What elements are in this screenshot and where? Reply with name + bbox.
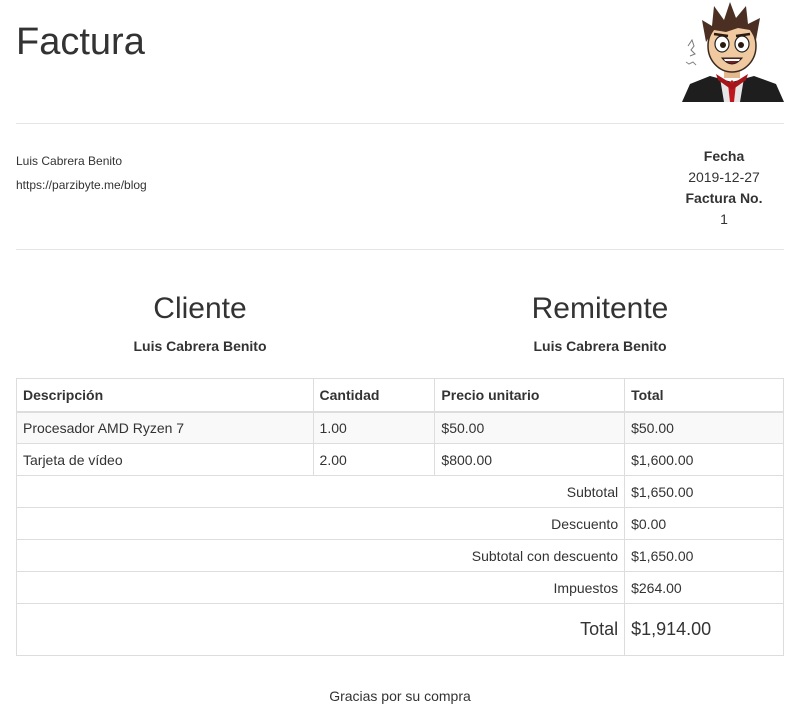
divider [16,123,784,124]
items-table: Descripción Cantidad Precio unitario Tot… [15,378,784,656]
client-heading: Cliente [153,292,247,325]
company-info: Luis Cabrera Benito https://parzibyte.me… [16,154,147,202]
summary-value: $0.00 [624,507,784,540]
header-total: Total [624,378,784,413]
grand-total-value: $1,914.00 [624,603,784,656]
invoice-page: Factura Luis Cabrera Benito https://parz… [15,0,784,705]
company-website: https://parzibyte.me/blog [16,178,147,192]
client-name: Luis Cabrera Benito [133,338,267,354]
table-row: Tarjeta de vídeo 2.00 $800.00 $1,600.00 [16,443,784,476]
summary-row-discount: Descuento $0.00 [15,507,784,540]
item-total: $1,600.00 [624,443,784,476]
summary-label: Subtotal [15,475,626,508]
invoice-number-value: 1 [720,211,728,227]
summary-value: $1,650.00 [624,475,784,508]
item-unit-price: $50.00 [434,411,626,444]
item-quantity: 2.00 [312,443,436,476]
header-quantity: Cantidad [312,378,436,413]
summary-label: Descuento [15,507,626,540]
date-value: 2019-12-27 [688,169,760,185]
date-label: Fecha [703,148,745,164]
header-description: Descripción [16,378,314,413]
grand-total-row: Total $1,914.00 [15,603,784,656]
avatar-logo [680,2,784,102]
table-row: Procesador AMD Ryzen 7 1.00 $50.00 $50.0… [16,411,784,444]
header-unit-price: Precio unitario [434,378,626,413]
summary-value: $264.00 [624,571,784,604]
item-total: $50.00 [624,411,784,444]
grand-total-label: Total [15,603,626,656]
summary-row-taxes: Impuestos $264.00 [15,571,784,604]
invoice-number-label: Factura No. [685,190,763,206]
summary-row-subtotal-discount: Subtotal con descuento $1,650.00 [15,539,784,572]
summary-row-subtotal: Subtotal $1,650.00 [15,475,784,508]
sender-name: Luis Cabrera Benito [533,338,667,354]
page-title: Factura [16,21,145,63]
summary-value: $1,650.00 [624,539,784,572]
summary-label: Subtotal con descuento [15,539,626,572]
thanks-message: Gracias por su compra [329,688,471,704]
sender-block: Remitente Luis Cabrera Benito [416,290,784,354]
item-description: Procesador AMD Ryzen 7 [16,411,314,444]
client-block: Cliente Luis Cabrera Benito [16,290,384,354]
item-unit-price: $800.00 [434,443,626,476]
divider [16,249,784,250]
summary-label: Impuestos [15,571,626,604]
sender-heading: Remitente [531,292,669,325]
item-quantity: 1.00 [312,411,436,444]
table-header-row: Descripción Cantidad Precio unitario Tot… [16,378,784,413]
company-name: Luis Cabrera Benito [16,154,123,168]
invoice-meta: Fecha 2019-12-27 Factura No. 1 [664,146,784,230]
item-description: Tarjeta de vídeo [16,443,314,476]
